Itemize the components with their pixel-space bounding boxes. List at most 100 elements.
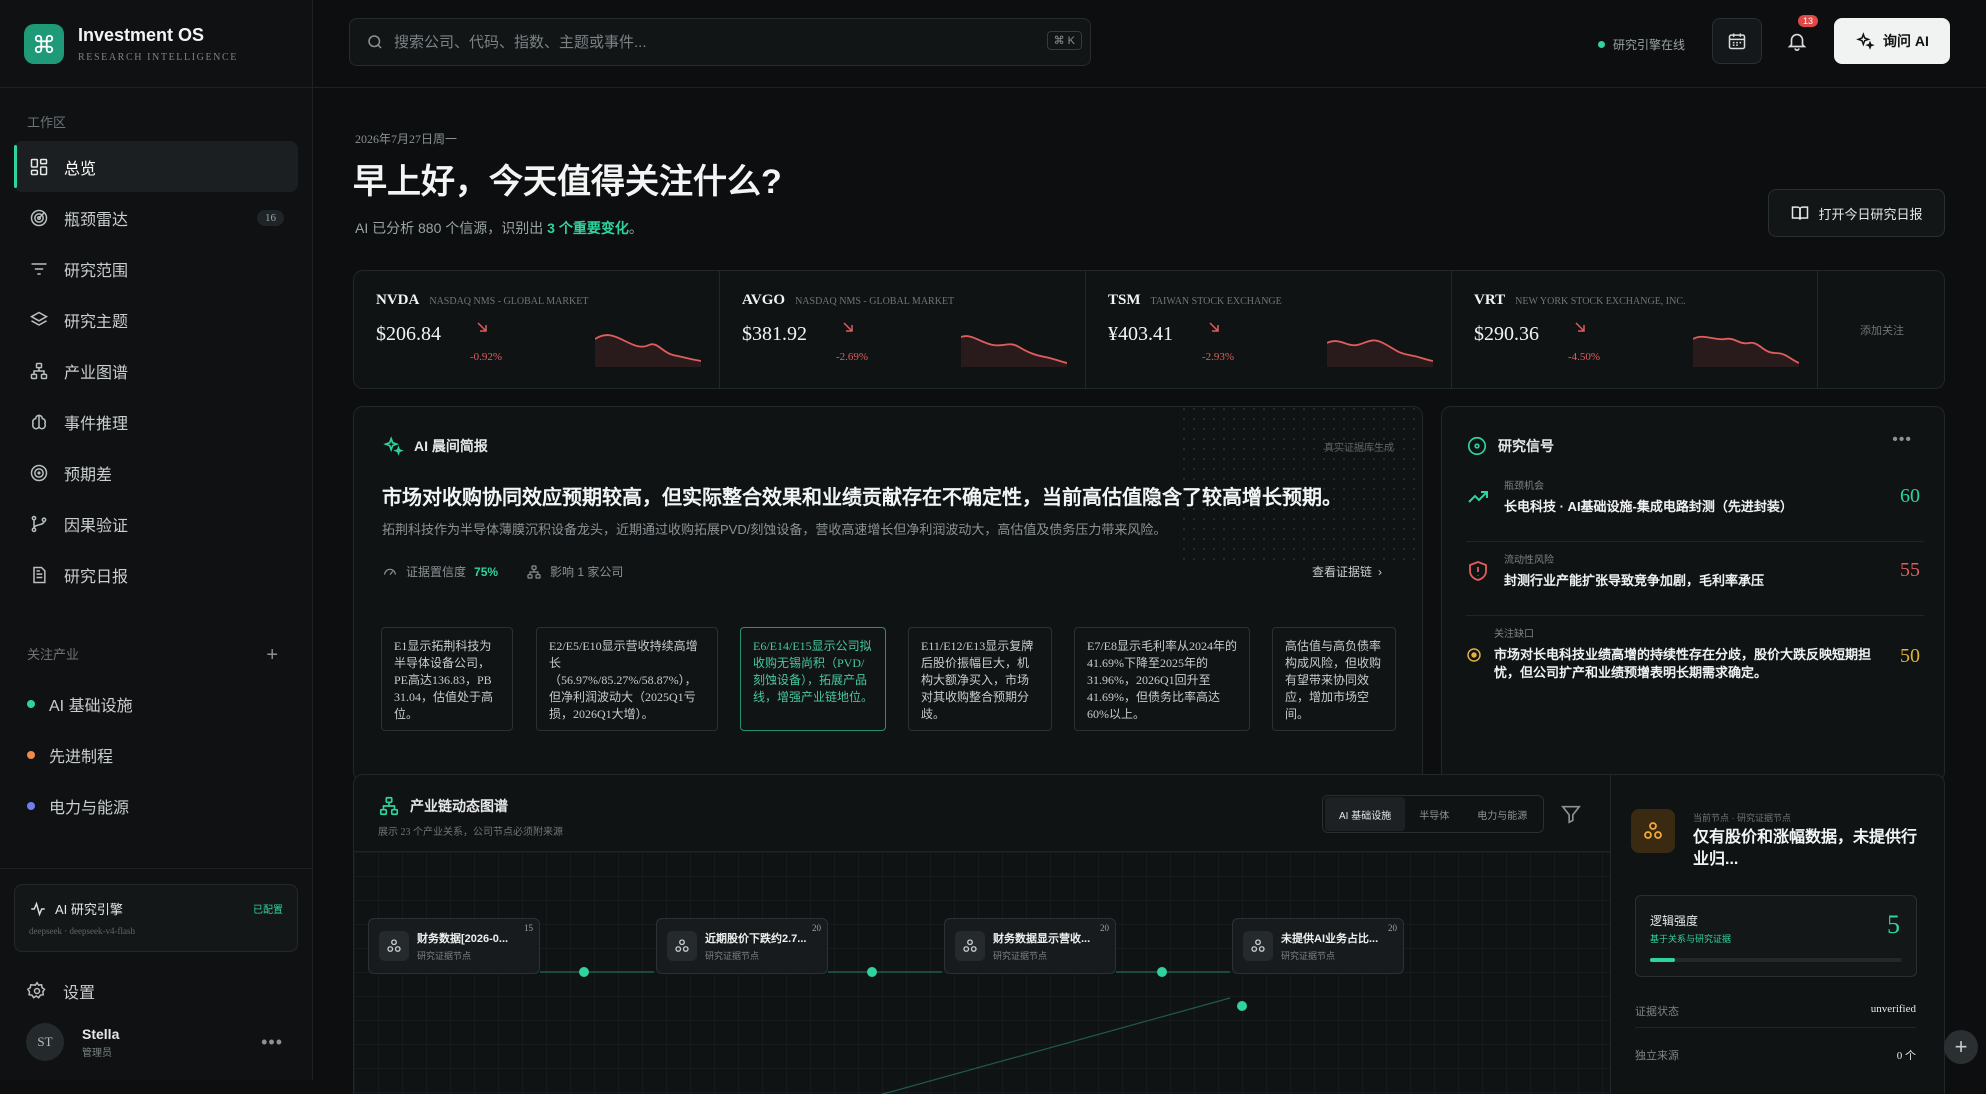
trend-down-icon xyxy=(476,321,488,333)
industry-label: 电力与能源 xyxy=(49,799,130,817)
signal-item[interactable]: 流动性风险 封测行业产能扩张导致竞争加剧，毛利率承压 55 xyxy=(1466,551,1924,590)
branch-icon xyxy=(27,512,51,536)
add-industry-plus-icon[interactable]: + xyxy=(266,640,278,670)
graph-node[interactable]: 财务数据[2026-0... 研究证据节点 15 xyxy=(368,918,540,974)
divider xyxy=(1466,615,1924,616)
sidebar-item-research-themes[interactable]: 研究主题 xyxy=(14,294,298,345)
engine-online-indicator: 研究引擎在线 xyxy=(1598,36,1685,53)
node-cluster-icon xyxy=(955,931,985,961)
user-profile[interactable]: ST Stella 管理员 ••• xyxy=(0,1018,313,1066)
trend-down-icon xyxy=(842,321,854,333)
sparkline-chart xyxy=(961,335,1067,367)
sidebar-item-expectation-gap[interactable]: 预期差 xyxy=(14,447,298,498)
ticker-price: $206.84 xyxy=(376,323,441,345)
current-date: 2026年7月27日周一 xyxy=(355,132,458,146)
filter-icon[interactable] xyxy=(1560,803,1582,825)
sidebar-item-event-reasoning[interactable]: 事件推理 xyxy=(14,396,298,447)
signal-text: 市场对长电科技业绩高增的持续性存在分歧，股价大跌反映短期担忧，但公司扩产和业绩预… xyxy=(1494,647,1872,680)
evidence-card[interactable]: 高估值与高负债率构成风险，但收购有望带来协同效应，增加市场空间。 xyxy=(1272,627,1396,731)
floating-add-button[interactable]: + xyxy=(1944,1030,1978,1064)
ticker-exchange: TAIWAN STOCK EXCHANGE xyxy=(1150,296,1282,307)
graph-canvas[interactable]: 财务数据[2026-0... 研究证据节点 15 近期股价下跌约2.7... 研究证据… xyxy=(354,851,1610,1094)
node-count: 20 xyxy=(1100,923,1109,933)
evidence-card-selected[interactable]: E6/E14/E15显示公司拟收购无锡尚积（PVD/刻蚀设备），拓展产品线，增强… xyxy=(740,627,886,731)
ticker-price: $381.92 xyxy=(742,323,807,345)
ticker-symbol: VRT xyxy=(1474,292,1506,308)
pulse-icon xyxy=(29,900,47,918)
ticker-price: ¥403.41 xyxy=(1108,323,1173,345)
node-detail-panel: 当前节点 · 研究证据节点 仅有股价和涨幅数据，未提供行业归... 逻辑强度 基… xyxy=(1610,775,1944,1094)
avatar: ST xyxy=(26,1023,64,1061)
page-subtitle: AI 已分析 880 个信源，识别出 3 个重要变化。 xyxy=(355,218,643,238)
strength-label: 逻辑强度 xyxy=(1650,914,1699,928)
sidebar-item-industry-map[interactable]: 产业图谱 xyxy=(14,345,298,396)
sparkle-icon xyxy=(1855,31,1875,51)
calendar-button[interactable] xyxy=(1712,18,1762,64)
brief-description: 拓荆科技作为半导体薄膜沉积设备龙头，近期通过收购拓展PVD/刻蚀设备，营收高速增… xyxy=(382,522,1167,537)
sidebar-nav: 总览 瓶颈雷达 16 研究范围 研究主题 产业图谱 事件推理 预期差 因果验证 研… xyxy=(14,141,298,600)
search-input[interactable] xyxy=(394,33,994,51)
tab-ai-infra[interactable]: AI 基础设施 xyxy=(1325,797,1406,831)
graph-node[interactable]: 财务数据显示营收... 研究证据节点 20 xyxy=(944,918,1116,974)
divider xyxy=(1466,541,1924,542)
evidence-card[interactable]: E1显示拓荆科技为半导体设备公司，PE高达136.83，PB 31.04，估值处… xyxy=(381,627,513,731)
node-title: 财务数据显示营收... xyxy=(993,933,1091,945)
strength-bar xyxy=(1650,958,1902,962)
graph-node[interactable]: 近期股价下跌约2.7... 研究证据节点 20 xyxy=(656,918,828,974)
signal-item[interactable]: 瓶颈机会 长电科技 · AI基础设施-集成电路封测（先进封装） 60 xyxy=(1466,477,1924,516)
ticker-exchange: NEW YORK STOCK EXCHANGE, INC. xyxy=(1515,296,1686,307)
strength-bar-fill xyxy=(1650,958,1676,962)
network-icon xyxy=(27,359,51,383)
search-box[interactable]: ⌘ K xyxy=(349,18,1091,66)
evidence-card[interactable]: E2/E5/E10显示营收持续高增长（56.97%/85.27%/58.87%）… xyxy=(536,627,718,731)
industry-item-ai-infra[interactable]: AI 基础设施 xyxy=(0,678,312,729)
ticker-card-tsm[interactable]: TSM TAIWAN STOCK EXCHANGE ¥403.41 -2.93% xyxy=(1086,271,1452,388)
more-icon[interactable]: ••• xyxy=(261,1032,283,1053)
node-cluster-icon xyxy=(1631,809,1675,853)
settings-item[interactable]: 设置 xyxy=(0,968,313,1014)
evidence-card[interactable]: E7/E8显示毛利率从2024年的41.69%下降至2025年的31.96%，2… xyxy=(1074,627,1250,731)
sparkle-icon xyxy=(382,435,404,457)
sidebar-item-bottleneck-radar[interactable]: 瓶颈雷达 16 xyxy=(14,192,298,243)
ticker-symbol: NVDA xyxy=(376,292,420,308)
sidebar-item-daily-report[interactable]: 研究日报 xyxy=(14,549,298,600)
node-subtitle: 研究证据节点 xyxy=(993,951,1048,961)
brand-name: Investment OS xyxy=(78,24,205,45)
ask-ai-button[interactable]: 询问 AI xyxy=(1834,18,1950,64)
chevron-right-icon: › xyxy=(1378,564,1382,579)
source-value: 0 个 xyxy=(1896,1050,1916,1062)
ticker-card-vrt[interactable]: VRT NEW YORK STOCK EXCHANGE, INC. $290.36… xyxy=(1452,271,1818,388)
more-icon[interactable]: ••• xyxy=(1892,431,1912,449)
filter-lines-icon xyxy=(27,257,51,281)
tab-semiconductor[interactable]: 半导体 xyxy=(1405,797,1463,831)
divider xyxy=(1635,1027,1916,1028)
ticker-card-avgo[interactable]: AVGO NASDAQ NMS - GLOBAL MARKET $381.92 -… xyxy=(720,271,1086,388)
signal-item[interactable]: 关注缺口 市场对长电科技业绩高增的持续性存在分歧，股价大跌反映短期担忧，但公司扩产… xyxy=(1466,625,1924,682)
open-report-button[interactable]: 打开今日研究日报 xyxy=(1768,189,1945,237)
sidebar-item-overview[interactable]: 总览 xyxy=(14,141,298,192)
sidebar-item-causal-validation[interactable]: 因果验证 xyxy=(14,498,298,549)
evidence-card[interactable]: E11/E12/E13显示复牌后股价振幅巨大，机构大额净买入，市场对其收购整合预… xyxy=(908,627,1052,731)
ai-engine-card[interactable]: AI 研究引擎 已配置 deepseek · deepseek-v4-flash xyxy=(14,884,298,952)
detail-title: 仅有股价和涨幅数据，未提供行业归... xyxy=(1693,829,1918,868)
industry-item-advanced-process[interactable]: 先进制程 xyxy=(0,729,312,780)
ticker-exchange: NASDAQ NMS - GLOBAL MARKET xyxy=(429,296,589,307)
view-evidence-chain-link[interactable]: 查看证据链 › xyxy=(1312,563,1382,580)
research-signals-card: 研究信号 ••• 瓶颈机会 长电科技 · AI基础设施-集成电路封测（先进封装） … xyxy=(1441,406,1945,782)
bell-icon xyxy=(1786,30,1808,52)
sidebar-item-label: 研究日报 xyxy=(64,568,129,586)
sidebar-item-research-scope[interactable]: 研究范围 xyxy=(14,243,298,294)
open-report-label: 打开今日研究日报 xyxy=(1818,206,1923,222)
edge-dot xyxy=(579,967,589,977)
add-watch-button[interactable]: 添加关注 xyxy=(1818,271,1944,388)
tab-power-energy[interactable]: 电力与能源 xyxy=(1463,797,1541,831)
main-content: 2026年7月27日周一 早上好，今天值得关注什么? AI 已分析 880 个信… xyxy=(313,88,1986,1094)
document-icon xyxy=(27,563,51,587)
notifications-button[interactable]: 13 xyxy=(1772,15,1822,64)
graph-node[interactable]: 未提供AI业务占比... 研究证据节点 20 xyxy=(1232,918,1404,974)
ticker-card-nvda[interactable]: NVDA NASDAQ NMS - GLOBAL MARKET $206.84 -… xyxy=(354,271,720,388)
signal-score: 60 xyxy=(1900,485,1920,507)
subtitle-highlight: 3 个重要变化 xyxy=(547,220,629,236)
page-title: 早上好，今天值得关注什么? xyxy=(353,163,782,201)
industry-item-power-energy[interactable]: 电力与能源 xyxy=(0,780,312,831)
